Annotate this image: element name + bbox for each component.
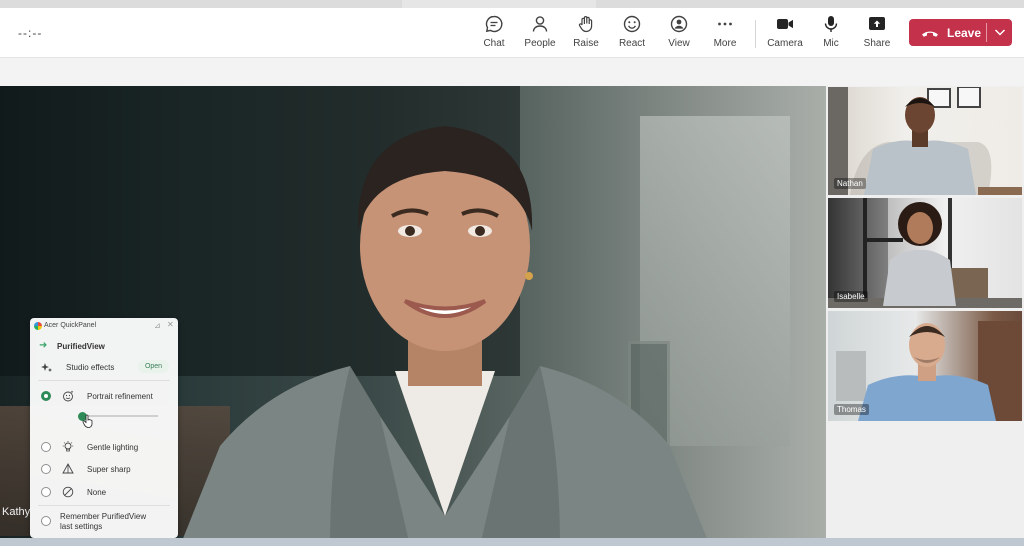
remember-settings-label-line1: Remember PurifiedView — [60, 512, 147, 521]
back-arrow-icon[interactable]: ➜ — [39, 340, 47, 351]
share-button[interactable]: Share — [852, 14, 902, 54]
react-label: React — [618, 38, 646, 49]
mic-button[interactable]: Mic — [806, 14, 856, 54]
remember-settings-label-line2: last settings — [60, 522, 103, 531]
none-label: None — [87, 488, 107, 497]
pin-icon[interactable]: ⊿ — [154, 321, 161, 330]
gentle-lighting-label: Gentle lighting — [87, 443, 139, 452]
face-sparkle-icon — [63, 390, 74, 402]
meeting-timer: --:-- — [18, 26, 43, 40]
panel-divider — [38, 505, 170, 506]
view-label: View — [668, 38, 690, 49]
none-circle-slash-icon — [62, 486, 74, 498]
people-icon — [532, 16, 548, 32]
participant-tile-isabelle[interactable]: Isabelle — [828, 198, 1022, 308]
participant-tile-thomas[interactable]: Thomas — [828, 311, 1022, 421]
camera-icon — [777, 19, 793, 29]
super-sharp-label: Super sharp — [87, 465, 131, 474]
participant-name: Nathan — [834, 178, 866, 189]
portrait-refinement-radio[interactable] — [41, 391, 51, 401]
raise-hand-icon — [578, 16, 593, 33]
meeting-toolbar: --:-- Chat People Raise React View More … — [0, 8, 1024, 58]
mic-label: Mic — [823, 38, 839, 49]
portrait-refinement-label: Portrait refinement — [87, 392, 153, 401]
raise-label: Raise — [573, 38, 599, 49]
hand-cursor-icon — [82, 414, 93, 428]
share-label: Share — [863, 38, 891, 49]
more-button[interactable]: More — [700, 14, 750, 54]
sharp-triangle-icon — [62, 463, 74, 474]
none-radio[interactable] — [41, 487, 51, 497]
participant-name: Isabelle — [834, 291, 868, 302]
chevron-down-icon[interactable] — [992, 24, 1008, 40]
acer-quickpanel: Acer QuickPanel ⊿ ✕ ➜ PurifiedView Studi… — [30, 318, 178, 538]
people-button[interactable]: People — [515, 14, 565, 54]
speaker-name-label: Kathy — [2, 506, 31, 518]
stage-header-band — [0, 58, 1024, 86]
camera-button[interactable]: Camera — [760, 14, 810, 54]
mic-icon — [824, 16, 838, 32]
chat-icon — [485, 15, 503, 33]
gentle-lighting-radio[interactable] — [41, 442, 51, 452]
studio-effects-label: Studio effects — [66, 363, 115, 372]
react-button[interactable]: React — [607, 14, 657, 54]
speaker-video-image — [183, 126, 707, 538]
more-label: More — [713, 38, 737, 49]
leave-divider — [986, 23, 987, 42]
super-sharp-radio[interactable] — [41, 464, 51, 474]
open-studio-effects-button[interactable]: Open — [138, 360, 169, 373]
window-top-strip — [0, 0, 1024, 14]
view-button[interactable]: View — [654, 14, 704, 54]
close-icon[interactable]: ✕ — [167, 320, 174, 329]
quickpanel-title: Acer QuickPanel — [44, 322, 97, 329]
chat-label: Chat — [483, 38, 505, 49]
participant-name: Thomas — [834, 404, 869, 415]
react-icon — [623, 15, 641, 33]
chat-button[interactable]: Chat — [469, 14, 519, 54]
lightbulb-icon — [62, 441, 74, 452]
bottom-strip — [0, 538, 1024, 546]
hang-up-icon — [922, 31, 938, 37]
remember-settings-checkbox[interactable] — [41, 516, 51, 526]
people-label: People — [524, 38, 556, 49]
leave-button[interactable]: Leave — [909, 19, 1012, 46]
purifiedview-heading: PurifiedView — [57, 342, 105, 351]
sparkles-icon — [41, 363, 52, 372]
participant-tile-nathan[interactable]: Nathan — [828, 87, 1022, 195]
more-icon — [718, 22, 732, 26]
raise-button[interactable]: Raise — [561, 14, 611, 54]
share-icon — [869, 17, 885, 30]
leave-label: Leave — [947, 25, 982, 40]
acer-logo-icon — [34, 322, 42, 330]
panel-divider — [38, 380, 170, 381]
view-icon — [670, 15, 688, 33]
camera-label: Camera — [767, 38, 803, 49]
toolbar-divider — [755, 20, 756, 48]
